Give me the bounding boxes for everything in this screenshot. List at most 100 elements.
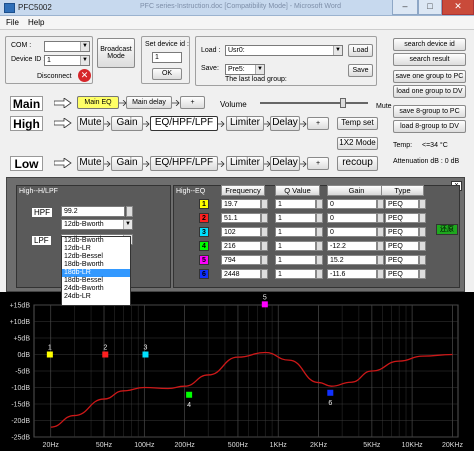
eq-band-gain-input[interactable]: 0 [327,227,377,237]
eq-band-type-select[interactable]: PEQ [385,199,419,209]
high-mute-button[interactable]: Mute [77,116,104,131]
eq-band-frequency-spinner[interactable] [261,255,268,265]
low-gain-button[interactable]: Gain [111,156,143,171]
save-8-group-to-pc-button[interactable]: save 8-group to PC [393,105,466,118]
eq-band-q-spinner[interactable] [316,199,323,209]
low-mute-button[interactable]: Mute [77,156,104,171]
close-window-button[interactable]: ✕ [442,0,474,15]
eq-band-type-dropdown[interactable] [419,227,426,237]
save-preset-select[interactable]: Pre5: ▼ [225,64,265,75]
eq-band-gain-spinner[interactable] [377,241,384,251]
load-preset-select[interactable]: Usr0: ▼ [225,45,343,56]
eq-band-gain-input[interactable]: 0 [327,213,377,223]
com-select[interactable]: ▼ [44,41,90,52]
eq-reset-button[interactable]: 还原 [436,224,458,235]
recoup-button[interactable]: recoup [337,156,378,171]
eq-band-type-select[interactable]: PEQ [385,269,419,279]
eq-band-type-select[interactable]: PEQ [385,227,419,237]
high-limiter-button[interactable]: Limiter [226,116,264,131]
eq-band-type-dropdown[interactable] [419,199,426,209]
temp-set-button[interactable]: Temp set [337,117,378,130]
lpf-type-option[interactable]: 12db-Bworth [62,237,130,245]
eq-band-frequency-input[interactable]: 216 [221,241,261,251]
main-add-button[interactable]: + [180,96,205,109]
hpf-type-select[interactable]: 12db-Bworth ▼ [61,219,133,230]
lpf-type-option[interactable]: 24db-LR [62,293,130,301]
eq-band-gain-input[interactable]: -12.2 [327,241,377,251]
high-eq-hpf-lpf-button[interactable]: EQ/HPF/LPF [150,116,218,131]
load-8-group-to-dv-button[interactable]: load 8-group to DV [393,120,466,133]
hpf-frequency-input[interactable]: 99.2 [61,206,125,217]
high-delay-button[interactable]: Delay [270,116,300,131]
load-button[interactable]: Load [348,44,373,57]
eq-band-frequency-spinner[interactable] [261,269,268,279]
broadcast-mode-button[interactable]: Broadcast Mode [97,38,135,68]
main-delay-button[interactable]: Main delay [126,96,172,109]
eq-band-type-dropdown[interactable] [419,269,426,279]
search-device-id-button[interactable]: search device id [393,38,466,51]
eq-band-gain-input[interactable]: 0 [327,199,377,209]
menu-help[interactable]: Help [28,18,44,27]
lpf-type-option[interactable]: 18db-LR [62,269,130,277]
volume-thumb[interactable] [339,98,346,108]
set-device-id-ok-button[interactable]: OK [152,68,182,80]
eq-band-q-input[interactable]: 1 [275,255,316,265]
eq-band-gain-spinner[interactable] [377,269,384,279]
save-button[interactable]: Save [348,64,373,77]
eq-band-type-select[interactable]: PEQ [385,255,419,265]
eq-band-q-input[interactable]: 1 [275,227,316,237]
lpf-type-option[interactable]: 18db-Bworth [62,261,130,269]
mode-1x2-button[interactable]: 1X2 Mode [337,137,378,150]
lpf-type-option[interactable]: 12db-LR [62,245,130,253]
eq-band-q-input[interactable]: 1 [275,269,316,279]
eq-band-frequency-input[interactable]: 19.7 [221,199,261,209]
eq-band-q-spinner[interactable] [316,255,323,265]
minimize-button[interactable]: – [392,0,418,15]
high-gain-button[interactable]: Gain [111,116,143,131]
volume-slider[interactable] [260,98,368,108]
eq-band-q-spinner[interactable] [316,213,323,223]
eq-band-type-dropdown[interactable] [419,255,426,265]
eq-band-frequency-spinner[interactable] [261,213,268,223]
save-one-group-to-pc-button[interactable]: save one group to PC [393,70,466,83]
eq-band-gain-spinner[interactable] [377,227,384,237]
lpf-type-option[interactable]: 24db-Bworth [62,285,130,293]
maximize-button[interactable]: □ [418,0,442,15]
load-one-group-to-dv-button[interactable]: load one group to DV [393,85,466,98]
eq-band-frequency-input[interactable]: 794 [221,255,261,265]
eq-band-gain-spinner[interactable] [377,255,384,265]
eq-band-q-spinner[interactable] [316,227,323,237]
eq-band-q-spinner[interactable] [316,241,323,251]
eq-band-q-input[interactable]: 1 [275,241,316,251]
menu-file[interactable]: File [6,18,19,27]
lpf-type-option[interactable]: 18db-Bessel [62,277,130,285]
eq-band-gain-spinner[interactable] [377,199,384,209]
main-eq-button[interactable]: Main EQ [77,96,119,109]
eq-band-gain-spinner[interactable] [377,213,384,223]
set-device-id-input[interactable]: 1 [152,52,182,63]
eq-band-q-spinner[interactable] [316,269,323,279]
hpf-spinner[interactable] [126,206,133,217]
low-eq-hpf-lpf-button[interactable]: EQ/HPF/LPF [150,156,218,171]
high-add-button[interactable]: + [307,117,329,130]
eq-band-frequency-input[interactable]: 51.1 [221,213,261,223]
eq-band-type-select[interactable]: PEQ [385,213,419,223]
eq-band-frequency-spinner[interactable] [261,241,268,251]
eq-band-q-input[interactable]: 1 [275,199,316,209]
device-id-select[interactable]: 1 ▼ [44,55,90,66]
eq-band-frequency-spinner[interactable] [261,199,268,209]
eq-band-frequency-input[interactable]: 102 [221,227,261,237]
eq-band-q-input[interactable]: 1 [275,213,316,223]
low-limiter-button[interactable]: Limiter [226,156,264,171]
eq-band-type-dropdown[interactable] [419,213,426,223]
low-delay-button[interactable]: Delay [270,156,300,171]
eq-band-gain-input[interactable]: -11.6 [327,269,377,279]
low-add-button[interactable]: + [307,157,329,170]
eq-band-gain-input[interactable]: 15.2 [327,255,377,265]
eq-band-type-dropdown[interactable] [419,241,426,251]
lpf-type-option[interactable]: 12db-Bessel [62,253,130,261]
search-result-button[interactable]: search result [393,53,466,66]
eq-band-type-select[interactable]: PEQ [385,241,419,251]
disconnect-icon[interactable]: ✕ [78,69,91,82]
eq-band-frequency-spinner[interactable] [261,227,268,237]
